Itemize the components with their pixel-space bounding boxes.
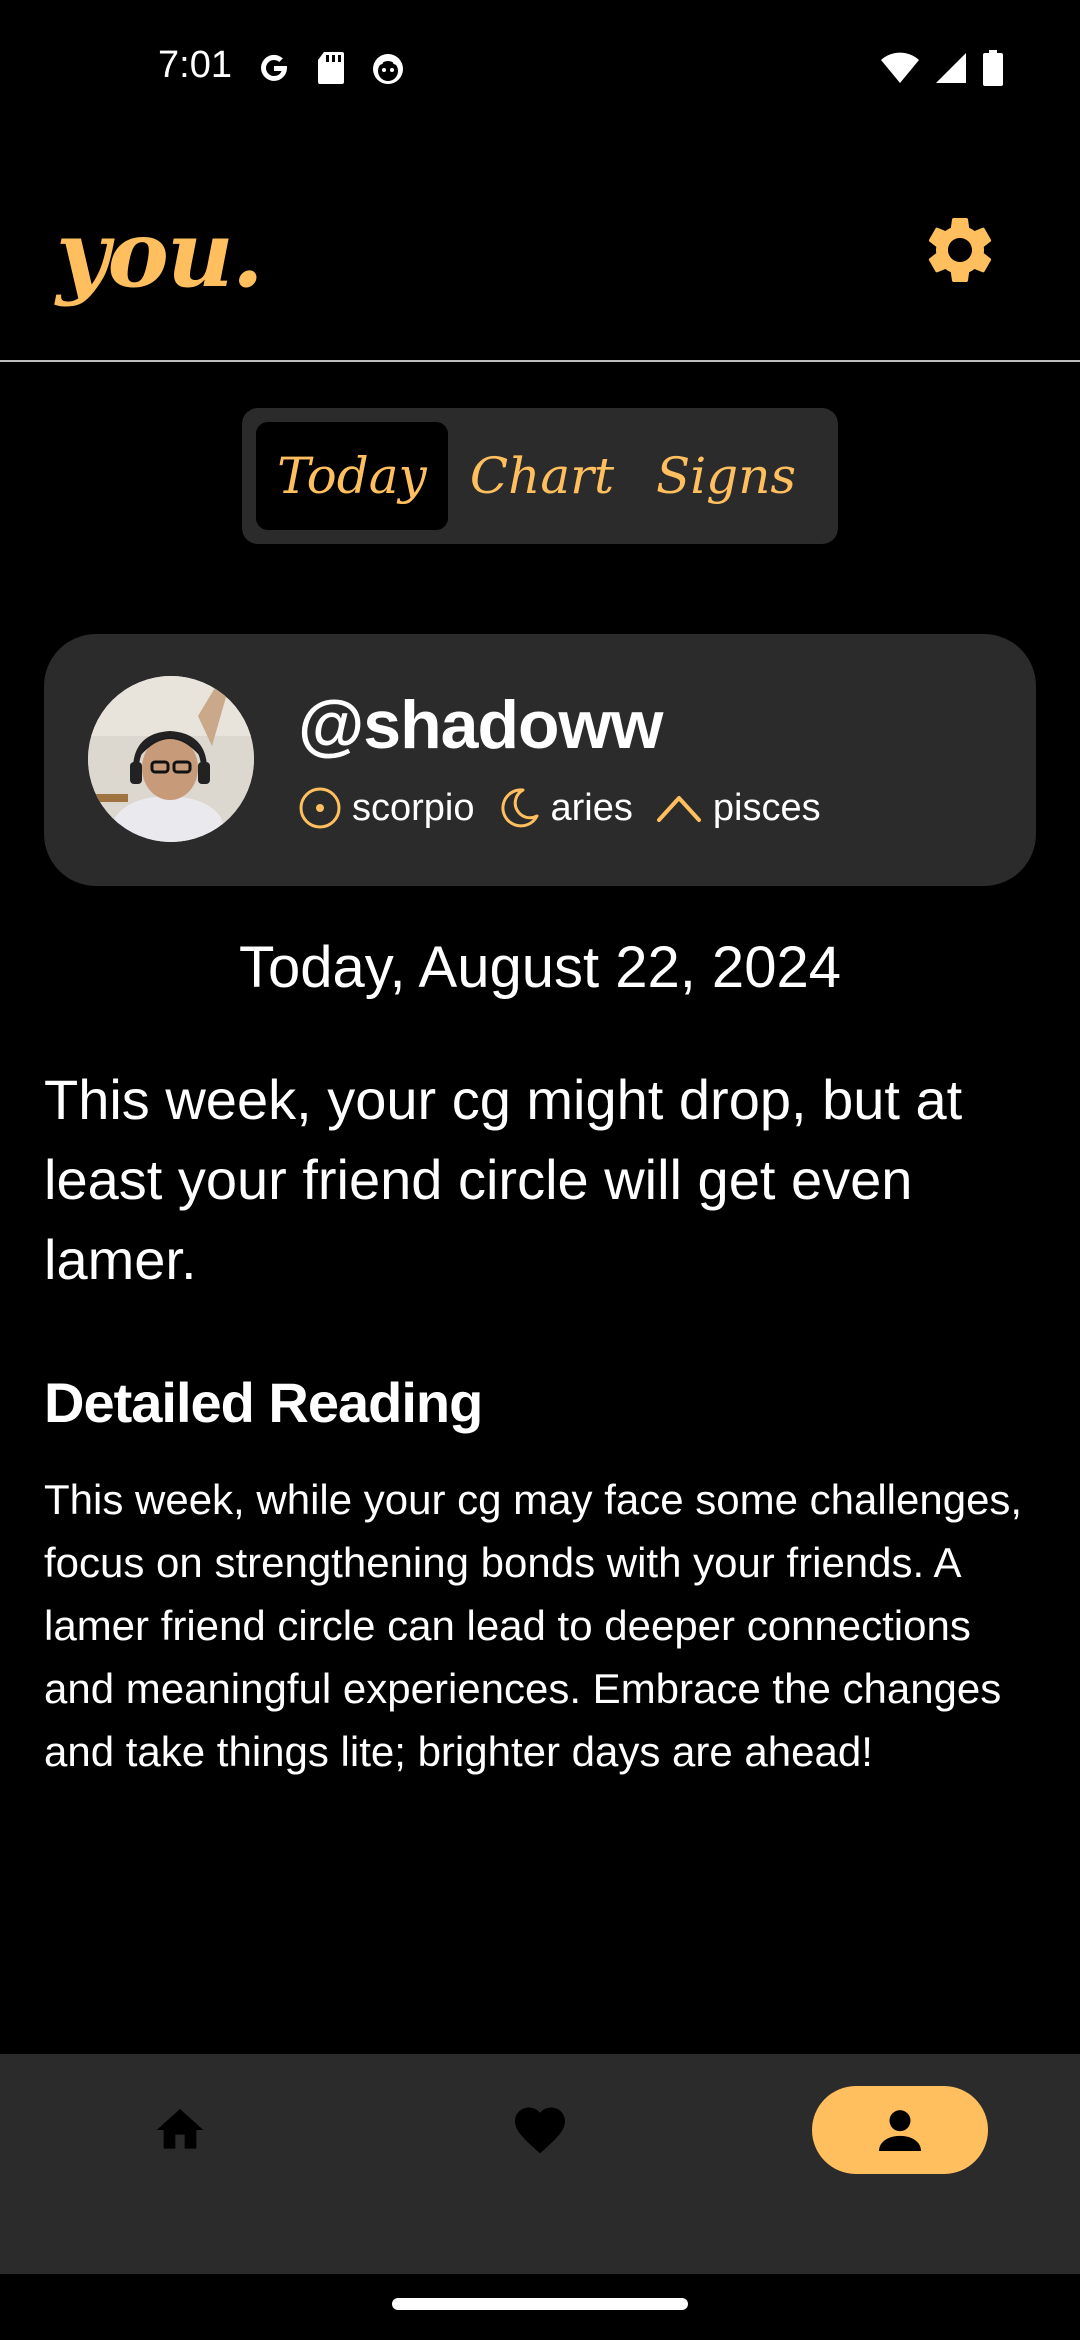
app-logo: you. <box>56 200 264 308</box>
gesture-handle[interactable] <box>392 2298 688 2310</box>
person-icon <box>879 2110 921 2151</box>
nav-home[interactable] <box>130 2086 230 2174</box>
sd-card-icon <box>316 50 346 91</box>
bottom-nav <box>0 2054 1080 2274</box>
avatar[interactable] <box>88 676 254 842</box>
tab-chart[interactable]: Chart <box>448 422 636 530</box>
reading-date: Today, August 22, 2024 <box>239 935 841 1000</box>
google-icon <box>256 50 292 91</box>
status-right-icons <box>880 50 1004 91</box>
moon-sign-label: aries <box>550 786 633 829</box>
moon-icon <box>500 788 538 828</box>
status-left-icons <box>256 50 406 91</box>
status-bar: 7:01 <box>0 0 1080 140</box>
reading-summary: This week, your cg might drop, but at le… <box>44 1068 963 1291</box>
home-icon <box>156 2109 204 2149</box>
signal-icon <box>934 51 968 90</box>
sun-sign-label: scorpio <box>352 786 475 829</box>
nav-profile[interactable] <box>812 2086 988 2174</box>
rising-sign: pisces <box>655 786 821 830</box>
detail-text: This week, while your cg may face some c… <box>44 1476 1023 1775</box>
wifi-icon <box>880 51 920 90</box>
username: @shadoww <box>298 687 663 763</box>
sun-sign: scorpio <box>298 786 475 830</box>
view-tabs: Today Chart Signs <box>242 408 838 544</box>
status-time: 7:01 <box>158 44 232 86</box>
heart-icon <box>515 2107 565 2154</box>
big-three-signs: scorpio aries pisces <box>298 786 843 830</box>
rising-sign-label: pisces <box>712 786 821 829</box>
settings-button[interactable] <box>920 210 1000 290</box>
cat-face-icon <box>370 50 406 91</box>
nav-favorites[interactable] <box>490 2086 590 2174</box>
sun-icon <box>299 787 341 829</box>
gear-icon <box>928 217 992 282</box>
rising-icon <box>656 796 701 822</box>
detail-heading: Detailed Reading <box>44 1371 483 1434</box>
app-header: you. <box>0 180 1080 362</box>
tab-today[interactable]: Today <box>256 422 448 530</box>
tab-signs[interactable]: Signs <box>636 422 816 530</box>
battery-icon <box>982 50 1004 91</box>
profile-card[interactable]: @shadoww scorpio aries pisces <box>44 634 1036 886</box>
moon-sign: aries <box>497 786 633 830</box>
